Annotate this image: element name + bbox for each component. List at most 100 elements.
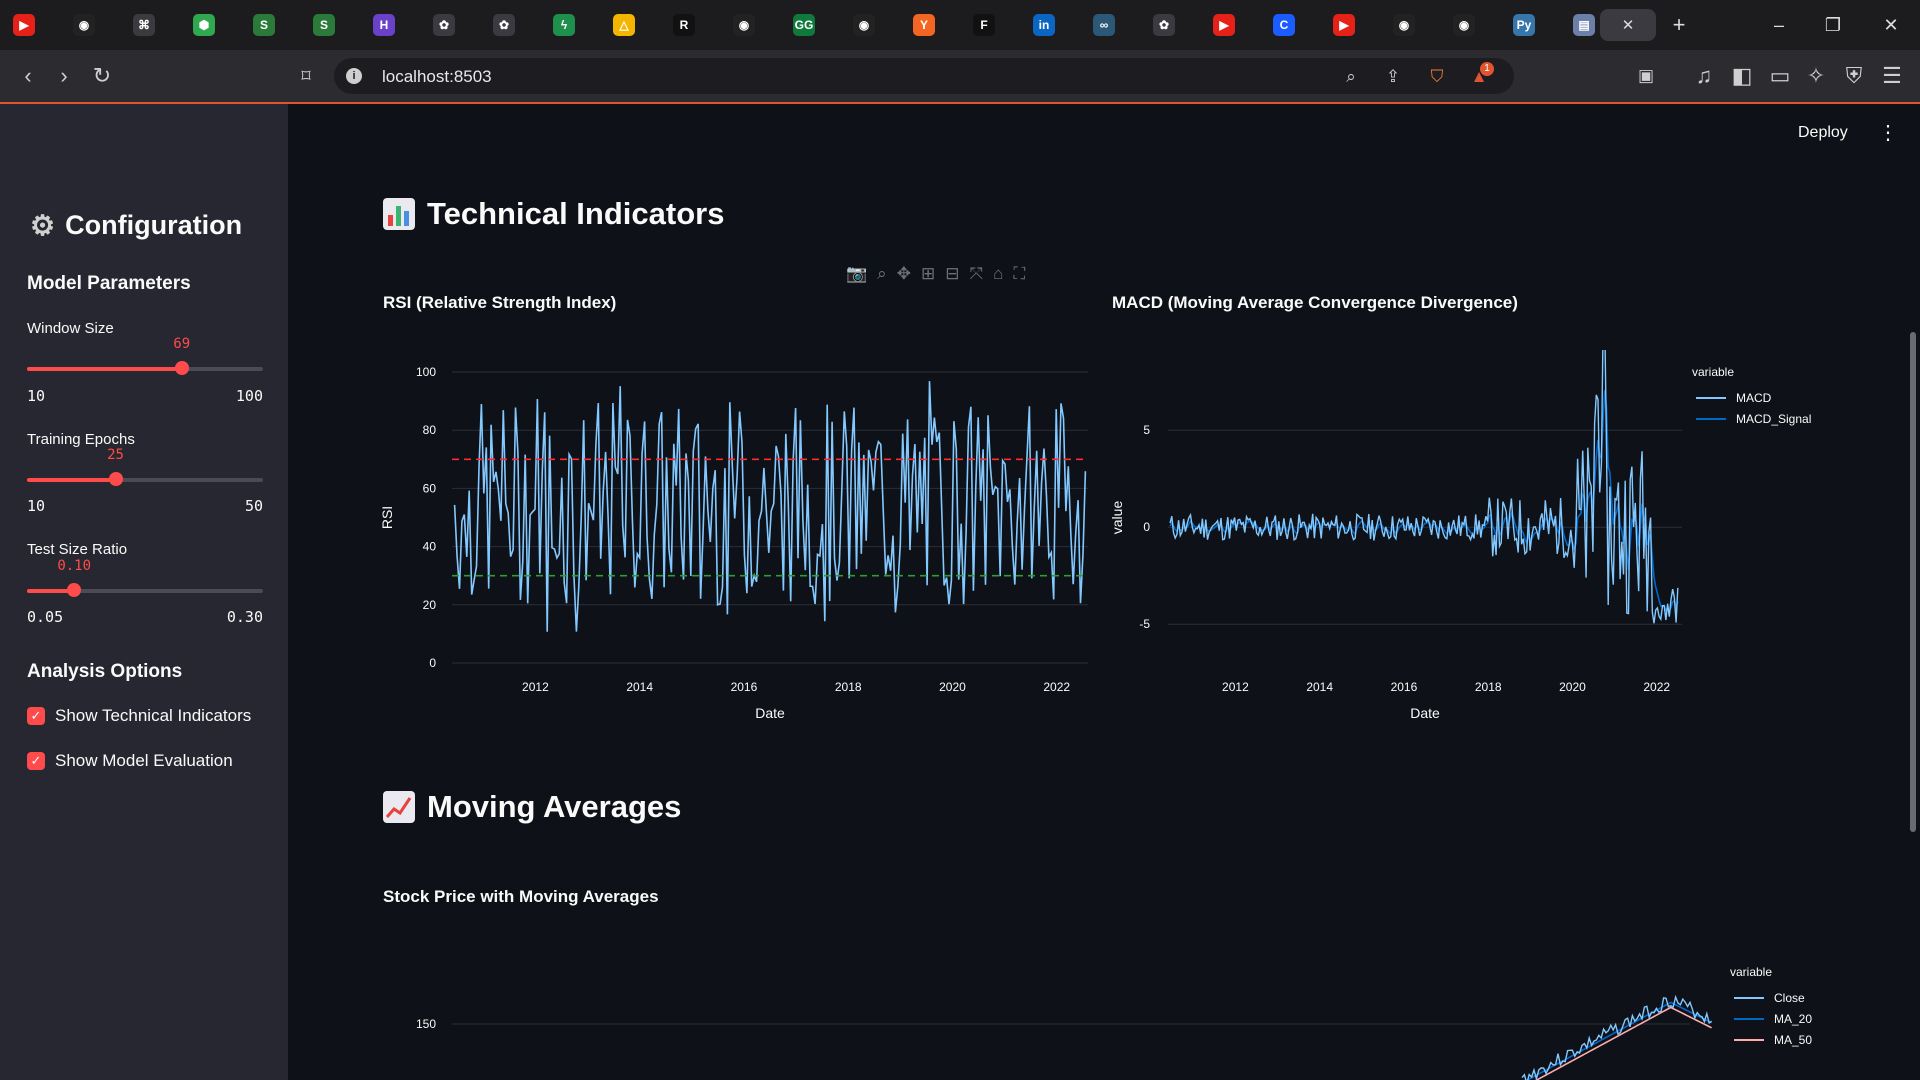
- show-indicators-checkbox[interactable]: ✓ Show Technical Indicators: [27, 706, 251, 726]
- checkmark-icon[interactable]: ✓: [27, 752, 45, 770]
- epochs-slider[interactable]: 25: [27, 447, 263, 486]
- browser-tab[interactable]: Py: [1508, 9, 1540, 41]
- macd-chart[interactable]: -5 0 5 2012 2014 2016 2018 2020 2022 Date value var…: [1100, 350, 1820, 730]
- address-bar[interactable]: i localhost:8503 ⌕ ⇪ ⛉ ▲ 1: [334, 58, 1514, 94]
- legend-label: Close: [1774, 991, 1805, 1005]
- close-window-icon[interactable]: ✕: [1876, 12, 1906, 38]
- browser-tab[interactable]: ⬢: [188, 9, 220, 41]
- browser-tab[interactable]: S: [248, 9, 280, 41]
- slider-value: 69: [173, 336, 191, 352]
- music-icon[interactable]: ♫: [1690, 62, 1718, 90]
- plot-modebar: 📷 ⌕ ✥ ⊞ ⊟ ⤧ ⌂ ⛶: [846, 264, 1025, 284]
- ma-chart[interactable]: 150 variableClose MA_20 MA_50: [370, 940, 1820, 1080]
- browser-tab[interactable]: R: [668, 9, 700, 41]
- browser-tab[interactable]: ▤: [1568, 9, 1600, 41]
- scrollbar[interactable]: [1910, 332, 1916, 832]
- browser-tab[interactable]: S: [308, 9, 340, 41]
- bar-chart-icon: [383, 198, 415, 230]
- bookmark-icon[interactable]: ⌑: [292, 62, 320, 90]
- slider-thumb[interactable]: [174, 361, 189, 375]
- epochs-range: 10 50: [27, 497, 263, 515]
- more-options-icon[interactable]: ⋮: [1878, 120, 1898, 145]
- browser-tab[interactable]: ▶: [1328, 9, 1360, 41]
- c-icon: C: [1273, 14, 1295, 36]
- site-info-icon[interactable]: i: [346, 68, 362, 84]
- line-chart-glyph: [385, 797, 412, 818]
- browser-tab[interactable]: in: [1028, 9, 1060, 41]
- split-view-icon[interactable]: ◧: [1728, 62, 1756, 90]
- browser-tab[interactable]: ◉: [728, 9, 760, 41]
- browser-tab[interactable]: Y: [908, 9, 940, 41]
- x-axis-label: Date: [1410, 705, 1440, 721]
- browser-tab[interactable]: H: [368, 9, 400, 41]
- show-evaluation-checkbox[interactable]: ✓ Show Model Evaluation: [27, 751, 233, 771]
- share-icon[interactable]: ⇪: [1382, 66, 1404, 88]
- pan-icon[interactable]: ✥: [897, 264, 911, 284]
- camera-icon[interactable]: 📷: [846, 264, 867, 284]
- zoom-in-icon[interactable]: ⊞: [921, 264, 935, 284]
- home-icon[interactable]: ⌂: [993, 264, 1003, 284]
- browser-tab[interactable]: ✿: [428, 9, 460, 41]
- browser-tab[interactable]: F: [968, 9, 1000, 41]
- browser-tab[interactable]: ∞: [1088, 9, 1120, 41]
- x-tick-label: 2020: [939, 680, 966, 694]
- checkmark-icon[interactable]: ✓: [27, 707, 45, 725]
- browser-tab[interactable]: ϟ: [548, 9, 580, 41]
- browser-tab[interactable]: ◉: [68, 9, 100, 41]
- y-axis-label: value: [1109, 501, 1125, 535]
- wallet-icon[interactable]: ▭: [1766, 62, 1794, 90]
- zoom-icon[interactable]: ⌕: [1340, 66, 1362, 88]
- restore-icon[interactable]: ❐: [1818, 12, 1848, 38]
- active-tab[interactable]: ✕: [1600, 9, 1656, 41]
- vpn-icon[interactable]: ⛨: [1840, 62, 1868, 90]
- chart-icon: ▤: [1573, 14, 1595, 36]
- youtube-icon: ▶: [1213, 14, 1235, 36]
- back-icon[interactable]: ‹: [14, 62, 42, 90]
- browser-tab[interactable]: GG: [788, 9, 820, 41]
- browser-tab[interactable]: ▶: [8, 9, 40, 41]
- ma50-series-line: [1535, 1006, 1712, 1080]
- fullscreen-icon[interactable]: ⛶: [1013, 264, 1025, 284]
- github-icon: ◉: [73, 14, 95, 36]
- browser-tab[interactable]: ◉: [848, 9, 880, 41]
- menu-icon[interactable]: ☰: [1878, 62, 1906, 90]
- browser-tab[interactable]: ✿: [488, 9, 520, 41]
- browser-tab[interactable]: C: [1268, 9, 1300, 41]
- slider-min: 0.05: [27, 608, 64, 626]
- close-tab-icon[interactable]: ✕: [1622, 16, 1635, 34]
- heading-text: Moving Averages: [427, 789, 682, 824]
- chatgpt-icon: ✿: [493, 14, 515, 36]
- sidebar-toggle-icon[interactable]: ▣: [1632, 62, 1660, 90]
- browser-tab[interactable]: ✿: [1148, 9, 1180, 41]
- zoom-out-icon[interactable]: ⊟: [945, 264, 959, 284]
- browser-tab[interactable]: ◉: [1448, 9, 1480, 41]
- browser-tab[interactable]: △: [608, 9, 640, 41]
- browser-tab[interactable]: ▶: [1208, 9, 1240, 41]
- github-icon: ◉: [853, 14, 875, 36]
- deploy-button[interactable]: Deploy: [1798, 124, 1848, 142]
- minimize-icon[interactable]: –: [1764, 12, 1794, 38]
- rsi-chart-title: RSI (Relative Strength Index): [383, 293, 617, 312]
- window-size-range: 10 100: [27, 387, 263, 405]
- leo-ai-icon[interactable]: ✧: [1802, 62, 1830, 90]
- purple-h-icon: H: [373, 14, 395, 36]
- browser-tab[interactable]: ⌘: [128, 9, 160, 41]
- macd-chart-title: MACD (Moving Average Convergence Diverge…: [1112, 293, 1518, 312]
- test-ratio-slider[interactable]: 0.10: [27, 558, 263, 597]
- rsi-chart[interactable]: 0 20 40 60 80 100 2012 2014 2016 2018 2020 2022 Date…: [370, 350, 1100, 730]
- window-size-slider[interactable]: 69: [27, 336, 263, 375]
- autoscale-icon[interactable]: ⤧: [969, 264, 983, 284]
- slider-thumb[interactable]: [108, 472, 123, 486]
- browser-tab[interactable]: ◉: [1388, 9, 1420, 41]
- slider-fill: [27, 367, 182, 371]
- github-icon: ◉: [1393, 14, 1415, 36]
- forward-icon[interactable]: ›: [50, 62, 78, 90]
- x-tick-label: 2012: [522, 680, 549, 694]
- reload-icon[interactable]: ↻: [88, 62, 116, 90]
- brave-shield-icon[interactable]: ⛉: [1426, 66, 1448, 88]
- zoom-icon[interactable]: ⌕: [877, 264, 887, 284]
- legend-title: variable: [1692, 365, 1734, 379]
- gear-icon: ⚙: [30, 210, 56, 241]
- new-tab-icon[interactable]: +: [1664, 12, 1694, 38]
- gg-icon: GG: [793, 14, 815, 36]
